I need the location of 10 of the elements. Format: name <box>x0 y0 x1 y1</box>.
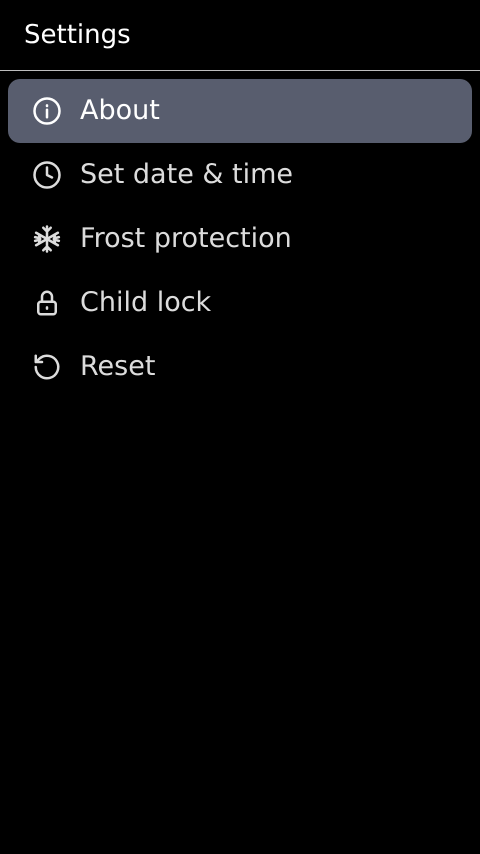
menu-item[interactable]: Set date & time <box>8 143 472 207</box>
menu-item[interactable]: Reset <box>8 335 472 399</box>
menu-item[interactable]: Frost protection <box>8 207 472 271</box>
screen-title: Settings <box>24 18 131 52</box>
info-icon <box>32 96 62 126</box>
reset-icon <box>32 352 62 382</box>
clock-icon <box>32 160 62 190</box>
menu-item[interactable]: Child lock <box>8 271 472 335</box>
snowflake-icon <box>32 224 62 254</box>
menu-item[interactable]: About <box>8 79 472 143</box>
